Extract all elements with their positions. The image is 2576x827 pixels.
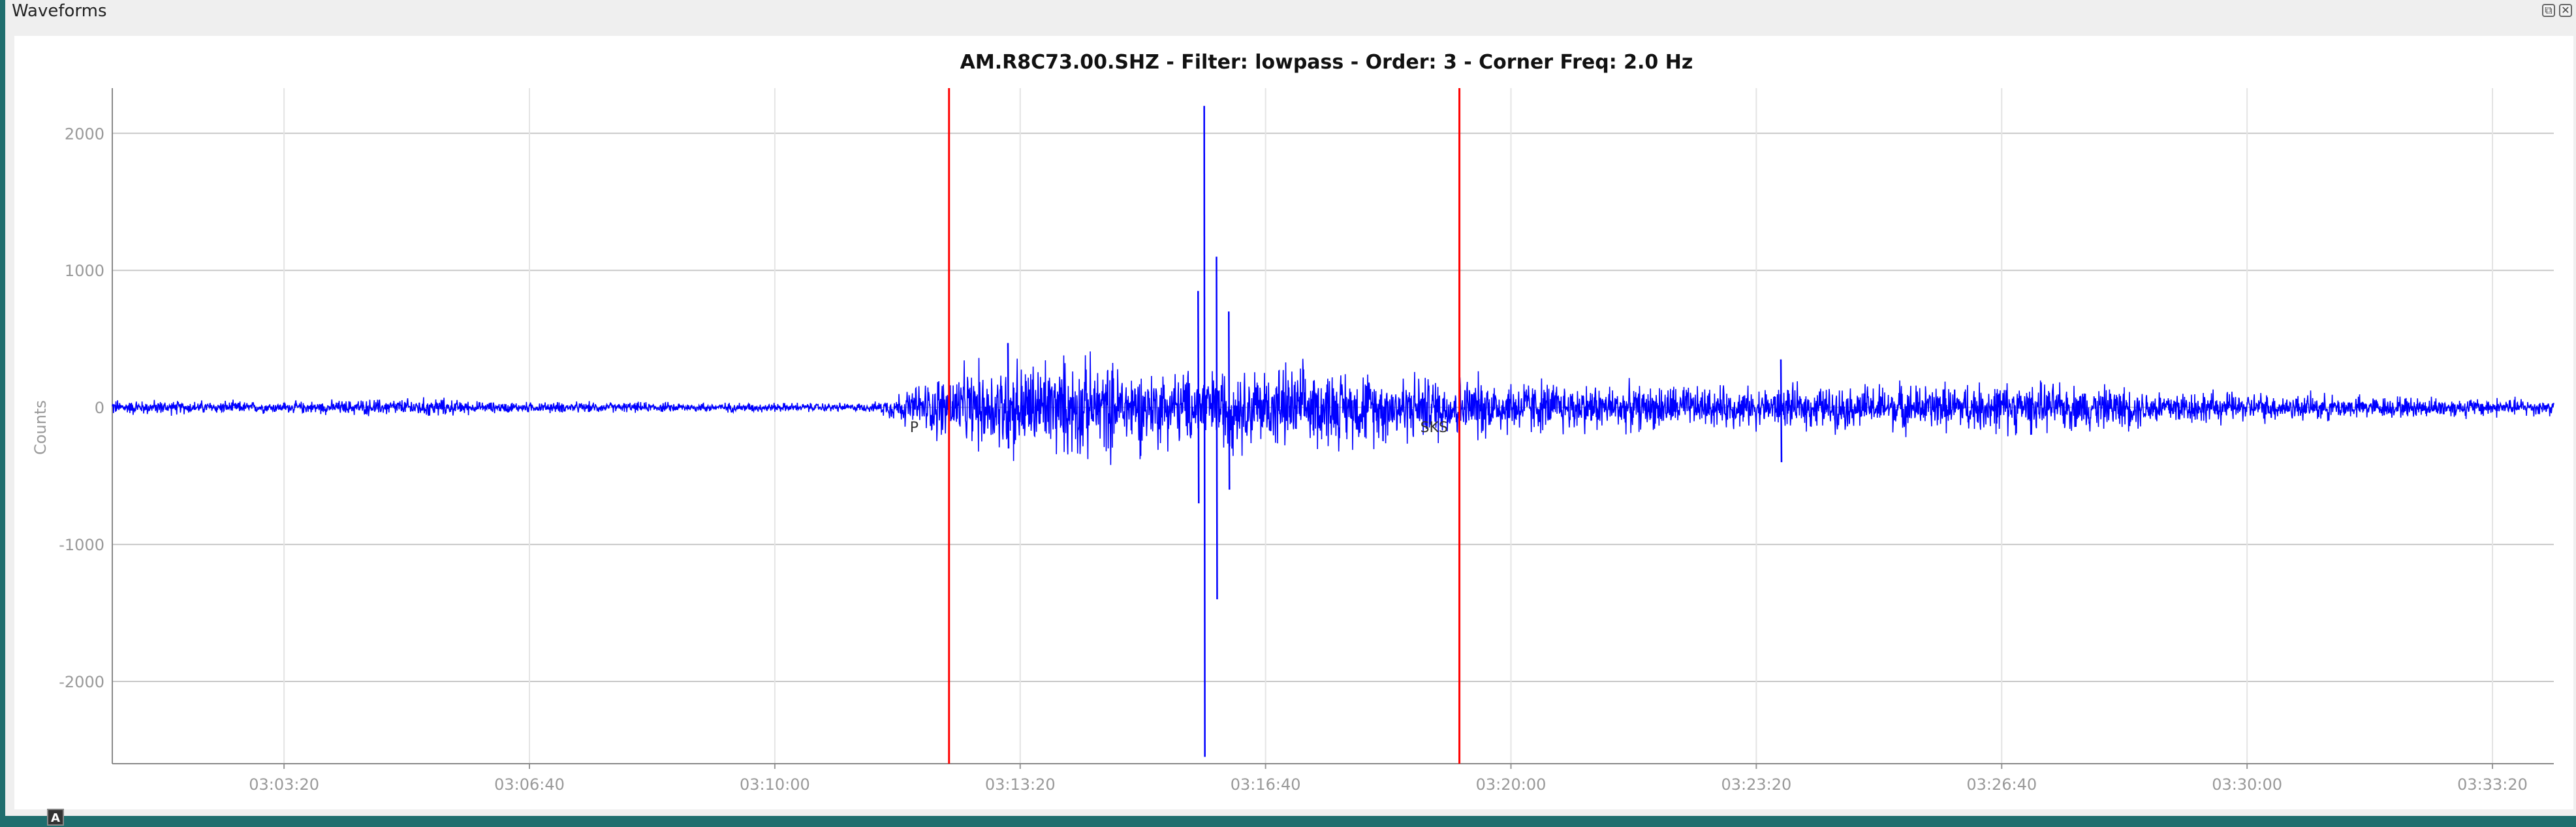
y-tick-label: 0 [95,399,104,417]
window-titlebar[interactable]: Waveforms ⧉ ✕ [5,0,2576,25]
grid-lines [112,88,2554,764]
waveform-series-line [112,351,2554,465]
y-axis-label: Counts [31,400,50,455]
waveform-chart[interactable]: 2000 1000 0 -1000 -2000 03:03:20 03:06:40 03:10… [14,36,2573,809]
axes: 2000 1000 0 -1000 -2000 03:03:20 03:06:40 03:10… [59,88,2554,794]
y-tick-label: -2000 [59,673,104,691]
chart-title: AM.R8C73.00.SHZ - Filter: lowpass - Orde… [960,51,1693,74]
x-tick-label: 03:20:00 [1476,775,1547,794]
waveform-spike [1203,106,1206,757]
waveform-spike [1780,359,1783,463]
waveform-spike [1007,343,1010,449]
y-tick-label: -1000 [59,536,104,554]
x-tick-label: 03:13:20 [985,775,1056,794]
x-tick-label: 03:33:20 [2457,775,2528,794]
window-title: Waveforms [12,1,107,21]
waveforms-window: Waveforms ⧉ ✕ 2000 1000 0 -1000 -2000 03:03:2… [5,0,2576,826]
x-tick-label: 03:30:00 [2212,775,2282,794]
x-tick-label: 03:16:40 [1231,775,1301,794]
close-window-icon[interactable]: ✕ [2559,4,2572,17]
phase-marker-label: P [910,420,919,436]
autoscale-toggle-button[interactable]: A [47,809,64,826]
x-tick-label: 03:06:40 [494,775,565,794]
x-tick-label: 03:23:20 [1721,775,1791,794]
waveform-spike [1216,257,1218,600]
float-window-icon[interactable]: ⧉ [2542,4,2555,17]
x-tick-label: 03:03:20 [249,775,319,794]
waveform-trace [112,106,2554,757]
waveform-plot-area[interactable]: 2000 1000 0 -1000 -2000 03:03:20 03:06:40 03:10… [14,36,2573,826]
waveform-spike [1197,290,1200,504]
y-tick-label: 2000 [65,125,104,143]
x-tick-label: 03:10:00 [740,775,810,794]
x-tick-label: 03:26:40 [1966,775,2037,794]
phase-marker-label: SKS [1421,420,1448,436]
y-tick-label: 1000 [65,262,104,280]
